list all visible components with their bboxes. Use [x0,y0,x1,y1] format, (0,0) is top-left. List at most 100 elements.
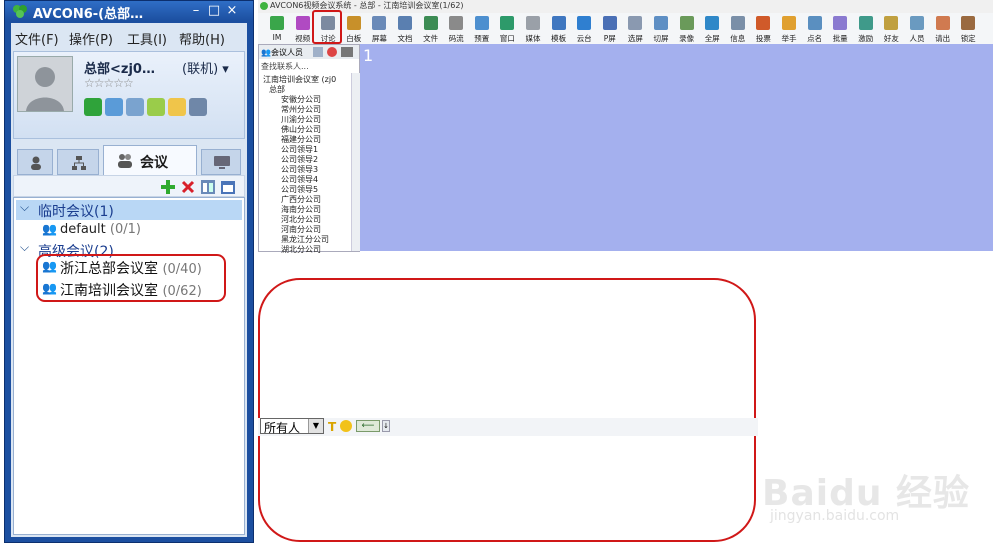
meeting-calendar-button[interactable] [220,179,236,195]
toolbar-icon [884,16,899,30]
video-window-index: 1 [363,46,374,65]
monitor-icon [214,156,230,169]
user-name: 总部<zj0… [84,62,155,77]
menu-help[interactable]: 帮助(H) [179,29,225,48]
camera-tab-icon[interactable] [341,47,353,57]
toolbar-icon [756,16,771,30]
toolbar-icon [628,16,643,30]
meeting-toolbar [13,175,245,197]
client-title: AVCON6-(总部… [33,7,144,22]
default-avatar-icon [18,57,72,111]
sms-icon[interactable] [105,98,123,116]
conference-title: AVCON6视频会议系统 - 总部 - 江南培训会议室(1/62) [270,1,464,10]
maximize-button[interactable]: □ [205,3,223,18]
client-titlebar[interactable]: AVCON6-(总部… – □ × [5,1,253,22]
member-panel-tabs: 👥会议人员 [259,45,359,59]
plus-icon [161,180,175,194]
room-jiangnan-training[interactable]: 江南培训会议室 (0/62) [60,280,202,300]
rating-stars: ☆☆☆☆☆ [84,76,134,90]
menu-file[interactable]: 文件(F) [15,29,59,48]
online-status-label: (联机) [182,62,219,77]
phone-icon[interactable] [84,98,102,116]
member-search-input[interactable]: 查找联系人... [261,61,357,72]
toolbar-button-27[interactable]: 锁定 [955,15,981,44]
toolbar-icon [346,16,361,30]
avcon-logo-icon [260,2,268,10]
profile-panel: 总部<zj0… (联机) ▾ ☆☆☆☆☆ [13,51,245,139]
send-options-icon[interactable]: ↓ [382,420,390,432]
status-dropdown-icon: ▾ [222,62,229,77]
online-status[interactable]: (联机) ▾ [182,58,229,77]
menu-operate[interactable]: 操作(P) [69,29,113,48]
group-label: 临时会议 [38,204,94,220]
conference-toolbar: IM 视频 讨论 白板 屏幕 文档 文件 码流 预置 窗口 媒体 模板 云台 P屏 选屏 切屏 录像 全屏 信息 投票… [258,13,993,45]
conference-titlebar[interactable]: AVCON6视频会议系统 - 总部 - 江南培训会议室(1/62) [258,0,993,13]
toolbar-icon [372,16,387,30]
room-name: 江南培训会议室 [60,283,158,299]
meeting-properties-button[interactable] [200,179,216,195]
edit-icon[interactable] [147,98,165,116]
person-icon [31,156,41,170]
client-tabs: 会议 [13,145,245,175]
toolbar-icon [654,16,668,30]
add-meeting-button[interactable] [160,179,176,195]
video-area[interactable]: 1 [360,44,993,251]
toolbar-icon [782,16,796,30]
emoji-icon[interactable] [340,420,352,432]
computer-icon[interactable] [189,98,207,116]
meeting-room-icon: 👥 [42,281,57,295]
folder-icon[interactable] [168,98,186,116]
contacts-icon[interactable] [126,98,144,116]
delete-meeting-button[interactable] [180,179,196,195]
recipient-value: 所有人 [264,421,301,435]
font-icon[interactable]: T [328,420,336,434]
minimize-button[interactable]: – [187,3,205,18]
toolbar-button-label: 锁定 [960,34,976,43]
avatar[interactable] [17,56,73,112]
recipient-select[interactable]: 所有人 ▼ [260,418,324,435]
room-default[interactable]: default (0/1) [60,222,141,237]
toolbar-icon [423,16,438,30]
quick-action-bar [84,98,207,118]
toolbar-icon [679,16,694,30]
member-scrollbar[interactable] [351,73,360,251]
dropdown-arrow-icon: ▼ [308,419,323,433]
chat-tab-icon[interactable] [313,47,323,57]
menu-tools[interactable]: 工具(I) [127,29,167,48]
toolbar-icon [935,16,950,30]
toolbar-icon [526,16,540,30]
room-zhejiang-hq[interactable]: 浙江总部会议室 (0/40) [60,258,202,278]
toolbar-icon [270,16,284,30]
room-count: (0/1) [109,222,141,237]
toolbar-icon [858,16,873,30]
toolbar-icon [500,16,515,30]
toolbar-icon [730,16,745,30]
menubar: 文件(F) 操作(P) 工具(I) 帮助(H) [11,27,247,48]
meeting-room-icon: 👥 [42,222,57,236]
client-body: 文件(F) 操作(P) 工具(I) 帮助(H) 总部<zj0… (联机) ▾ ☆… [11,23,247,537]
tab-organization[interactable] [57,149,99,175]
tab-members-label: 会议人员 [270,48,303,57]
room-count: (0/40) [162,262,202,277]
tab-members[interactable]: 👥会议人员 [261,47,303,58]
record-tab-icon[interactable] [327,47,337,57]
tab-meetings[interactable]: 会议 [103,145,197,175]
tab-meetings-label: 会议 [140,155,168,171]
client-window: AVCON6-(总部… – □ × 文件(F) 操作(P) 工具(I) 帮助(H… [4,0,254,543]
toolbar-icon [602,16,617,30]
close-button[interactable]: × [223,3,241,18]
avcon-logo-icon [13,5,27,18]
toolbar-icon [705,16,720,30]
chevron-down-icon[interactable]: ⌵ [20,240,29,255]
group-temporary[interactable]: 临时会议(1) [38,201,114,221]
toolbar-icon [577,16,592,30]
send-enter-icon[interactable]: ⟵ [356,420,380,432]
tab-devices[interactable] [201,149,241,175]
meeting-tree: ⌵ 临时会议(1) 👥 default (0/1) ⌵ 高级会议(2) 👥 浙江… [13,197,245,535]
toolbar-icon [398,16,412,30]
tab-contacts[interactable] [17,149,53,175]
chevron-down-icon[interactable]: ⌵ [20,200,29,215]
toolbar-icon [474,16,489,30]
org-chart-icon [72,156,86,170]
member-item[interactable]: 湖北分公司 [281,244,321,255]
